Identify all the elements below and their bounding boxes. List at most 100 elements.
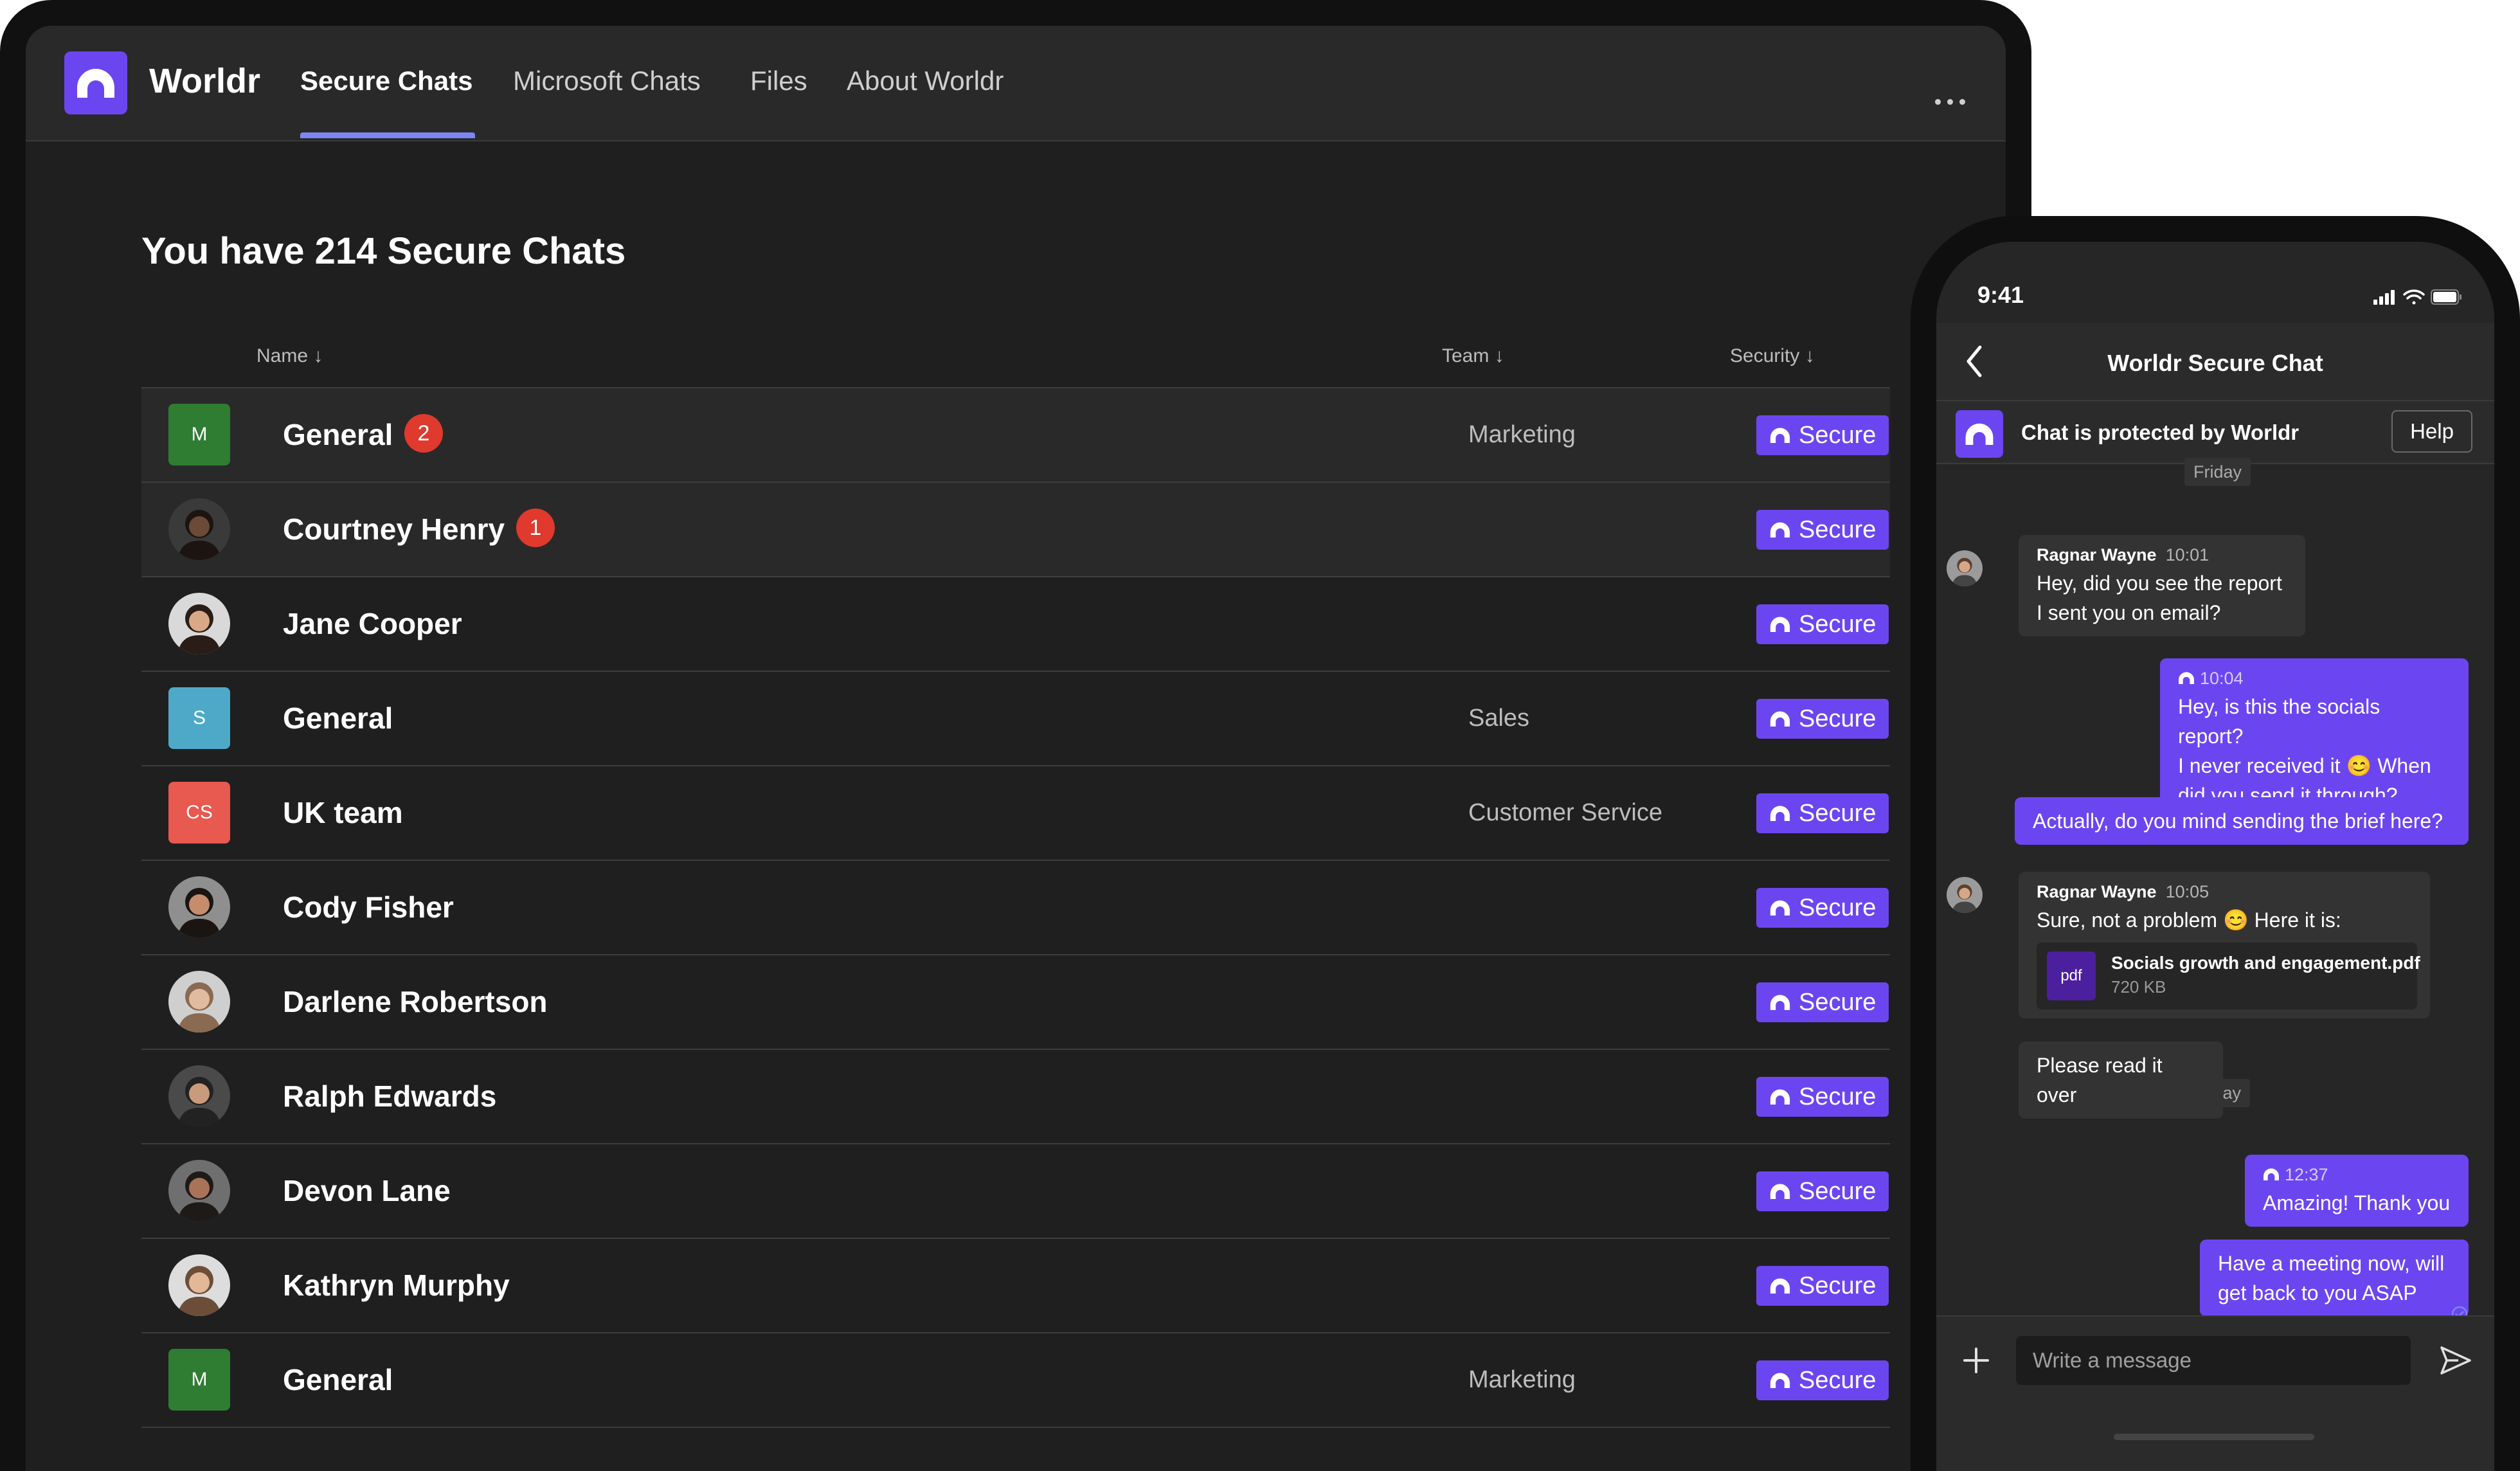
lock-shield-icon	[1756, 415, 1799, 455]
tab-microsoft-chats[interactable]: Microsoft Chats	[513, 64, 701, 98]
avatar: CS	[168, 782, 230, 844]
secure-badge[interactable]: Secure	[1756, 1266, 1889, 1306]
desktop-frame: Worldr Secure Chats Microsoft Chats File…	[0, 0, 2031, 1471]
unread-badge: 1	[516, 509, 555, 547]
incoming-message: Please read it over	[2019, 1042, 2223, 1119]
app-header: Worldr Secure Chats Microsoft Chats File…	[26, 26, 2006, 141]
table-row[interactable]: S General Sales Secure	[141, 671, 1890, 765]
chat-name: Cody Fisher	[283, 890, 454, 924]
table-row[interactable]: Ralph Edwards Secure	[141, 1049, 1890, 1143]
table-row[interactable]: Kathryn Murphy Secure	[141, 1238, 1890, 1332]
chat-name: Devon Lane	[283, 1174, 451, 1207]
chat-name: General	[283, 418, 393, 451]
message-text: I never received it 😊 When	[2178, 754, 2431, 777]
avatar	[168, 971, 230, 1033]
message-text: Hey, is this the socials report?	[2178, 695, 2380, 748]
table-row[interactable]: Courtney Henry 1 Secure	[141, 482, 1890, 576]
composer	[1936, 1315, 2494, 1471]
tab-files[interactable]: Files	[750, 64, 807, 98]
message-text: Actually, do you mind sending the brief …	[2033, 809, 2444, 833]
chat-header: Worldr Secure Chat	[1936, 323, 2494, 400]
secure-label: Secure	[1799, 611, 1877, 638]
message-meta: 12:37	[2263, 1164, 2451, 1186]
secure-label: Secure	[1799, 705, 1877, 732]
secure-badge[interactable]: Secure	[1756, 604, 1889, 644]
tab-secure-chats[interactable]: Secure Chats	[300, 64, 473, 98]
status-bar-time: 9:41	[1977, 282, 2024, 308]
avatar	[168, 593, 230, 654]
lock-shield-icon	[1756, 1077, 1799, 1117]
table-row[interactable]: Darlene Robertson Secure	[141, 954, 1890, 1049]
avatar	[168, 1160, 230, 1222]
secure-badge[interactable]: Secure	[1756, 888, 1889, 928]
lock-shield-icon	[1756, 888, 1799, 928]
secure-badge[interactable]: Secure	[1756, 1077, 1889, 1117]
phone-frame: 9:41 Worldr Secure Chat Chat is protecte…	[1911, 216, 2520, 1471]
table-row[interactable]: CS UK team Customer Service Secure	[141, 765, 1890, 860]
message-time: 10:01	[2165, 545, 2210, 564]
avatar	[168, 1254, 230, 1316]
incoming-message: Ragnar Wayne 10:01 Hey, did you see the re…	[2019, 535, 2305, 636]
chat-name: General	[283, 1363, 393, 1396]
status-bar-icons	[2373, 287, 2463, 309]
avatar	[168, 876, 230, 938]
outgoing-message: 12:37 Amazing! Thank you	[2245, 1155, 2469, 1227]
lock-shield-icon	[1756, 699, 1799, 739]
secure-badge[interactable]: Secure	[1756, 1171, 1889, 1211]
message-input[interactable]	[2016, 1336, 2411, 1385]
lock-shield-icon	[1756, 510, 1799, 550]
plus-icon[interactable]	[1958, 1342, 1994, 1382]
incoming-message: Ragnar Wayne 10:05 Sure, not a problem 😊 H…	[2019, 872, 2430, 1018]
worldr-logo-icon	[1956, 410, 2003, 458]
phone-screen: 9:41 Worldr Secure Chat Chat is protecte…	[1936, 242, 2494, 1471]
secure-label: Secure	[1799, 894, 1877, 921]
secure-badge[interactable]: Secure	[1756, 699, 1889, 739]
tab-about-worldr[interactable]: About Worldr	[847, 64, 1004, 98]
lock-shield-icon	[1756, 793, 1799, 833]
file-attachment[interactable]: pdf Socials growth and engagement.pdf 720 …	[2037, 943, 2420, 1009]
message-text: get back to you ASAP	[2218, 1281, 2417, 1304]
secure-label: Secure	[1799, 422, 1877, 449]
file-size: 720 KB	[2111, 977, 2166, 997]
message-meta: 10:04	[2178, 667, 2451, 689]
secure-badge[interactable]: Secure	[1756, 510, 1889, 550]
secure-label: Secure	[1799, 1367, 1877, 1394]
team-name: Marketing	[1468, 1366, 1576, 1393]
secure-badge[interactable]: Secure	[1756, 415, 1889, 455]
table-row[interactable]: M General Marketing Secure	[141, 1332, 1890, 1428]
worldr-logo-icon	[64, 51, 127, 114]
chat-name: Darlene Robertson	[283, 985, 548, 1018]
team-name: Marketing	[1468, 421, 1576, 448]
team-name: Sales	[1468, 705, 1530, 732]
message-author: Ragnar Wayne	[2037, 545, 2157, 564]
outgoing-message: Have a meeting now, will get back to you …	[2200, 1240, 2469, 1317]
message-time: 10:04	[2200, 669, 2244, 688]
table-row[interactable]: Jane Cooper Secure	[141, 576, 1890, 671]
message-text: Have a meeting now, will	[2218, 1252, 2445, 1275]
secure-badge[interactable]: Secure	[1756, 1360, 1889, 1400]
unread-badge: 2	[404, 414, 443, 453]
table-row[interactable]: Devon Lane Secure	[141, 1143, 1890, 1238]
chat-name: General	[283, 701, 393, 735]
avatar: S	[168, 687, 230, 749]
avatar: M	[168, 1349, 230, 1411]
message-text: Sure, not a problem 😊 Here it is:	[2037, 908, 2341, 932]
secure-label: Secure	[1799, 516, 1877, 543]
table-row[interactable]: M General 2 Marketing Secure	[141, 387, 1890, 482]
column-header-security[interactable]: Security ↓	[1730, 345, 1815, 368]
lock-shield-icon	[1756, 604, 1799, 644]
sender-avatar	[1947, 550, 1983, 586]
secure-badge[interactable]: Secure	[1756, 793, 1889, 833]
secure-label: Secure	[1799, 1272, 1877, 1299]
column-header-team[interactable]: Team ↓	[1442, 345, 1504, 368]
message-meta: Ragnar Wayne 10:05	[2037, 881, 2412, 903]
table-row[interactable]: Cody Fisher Secure	[141, 860, 1890, 954]
secure-badge[interactable]: Secure	[1756, 982, 1889, 1022]
send-icon[interactable]	[2438, 1342, 2474, 1382]
more-icon[interactable]	[1935, 95, 1974, 108]
team-name: Customer Service	[1468, 799, 1662, 826]
avatar: M	[168, 404, 230, 465]
column-header-name[interactable]: Name ↓	[256, 345, 323, 368]
chat-table: M General 2 Marketing Secure Courtney Henry 1 S…	[141, 387, 1890, 1428]
help-button[interactable]: Help	[2391, 410, 2472, 453]
